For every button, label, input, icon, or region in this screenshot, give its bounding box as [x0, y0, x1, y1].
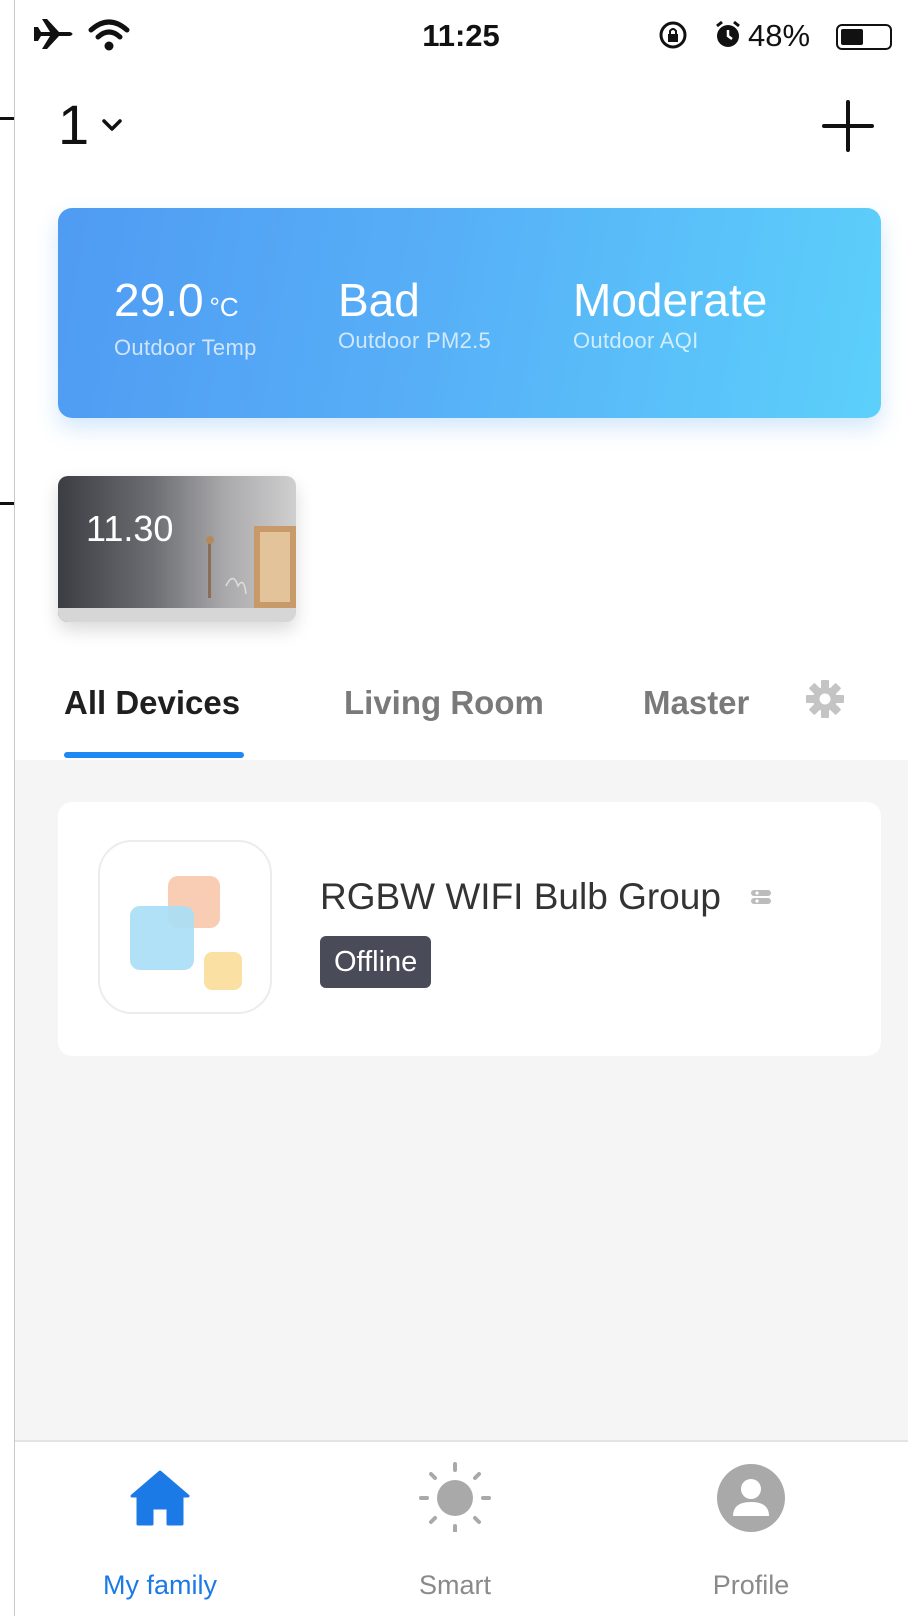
pm-value: Bad [338, 274, 420, 326]
tab-master[interactable]: Master [643, 684, 749, 722]
add-device-button[interactable] [820, 98, 876, 154]
plus-icon [822, 100, 874, 152]
weather-aqi: Moderate Outdoor AQI [573, 276, 767, 354]
chevron-down-icon [101, 117, 123, 138]
status-badge: Offline [320, 936, 432, 988]
pm-label: Outdoor PM2.5 [338, 328, 492, 353]
battery-percentage: 48% [748, 18, 811, 53]
sun-icon [419, 1462, 491, 1534]
active-tab-indicator [64, 752, 244, 758]
device-card[interactable]: RGBW WIFI Bulb Group Offline [58, 802, 881, 1056]
edge-marker [0, 502, 14, 505]
weather-card[interactable]: 29.0 °C Outdoor Temp Bad Outdoor PM2.5 Mo… [58, 208, 881, 418]
scene-card[interactable]: 11.30 [58, 476, 296, 622]
temp-unit: °C [209, 292, 239, 322]
weather-temp: 29.0 °C Outdoor Temp [114, 276, 257, 361]
battery-icon [836, 24, 892, 50]
temp-label: Outdoor Temp [114, 335, 257, 360]
home-selector[interactable]: 1 [58, 92, 123, 157]
status-bar: 11:25 48% [14, 0, 908, 75]
nav-label-profile: Profile [712, 1570, 790, 1600]
temp-value: 29.0 [114, 274, 204, 326]
home-name: 1 [58, 93, 90, 156]
weather-pm25: Bad Outdoor PM2.5 [338, 276, 491, 354]
aqi-label: Outdoor AQI [573, 328, 699, 353]
room-settings-icon[interactable] [804, 678, 846, 725]
device-list-area: RGBW WIFI Bulb Group Offline [15, 760, 908, 1440]
home-icon [130, 1470, 190, 1526]
edge-marker [0, 117, 14, 120]
group-icon [750, 888, 772, 911]
alarm-icon [714, 20, 742, 55]
device-name: RGBW WIFI Bulb Group [320, 876, 721, 917]
aqi-value: Moderate [573, 274, 768, 326]
profile-icon [717, 1464, 785, 1532]
bottom-navigation: My family Smart Profile [15, 1440, 908, 1618]
rotation-lock-icon [658, 20, 688, 55]
tab-all-devices[interactable]: All Devices [64, 684, 240, 722]
bulb-group-icon [98, 840, 272, 1014]
nav-label-my-family: My family [103, 1570, 217, 1600]
room-tabs: All Devices Living Room Master [0, 660, 908, 760]
tab-living-room[interactable]: Living Room [344, 684, 544, 722]
scene-label: 11.30 [86, 508, 174, 549]
nav-label-smart: Smart [418, 1570, 491, 1600]
